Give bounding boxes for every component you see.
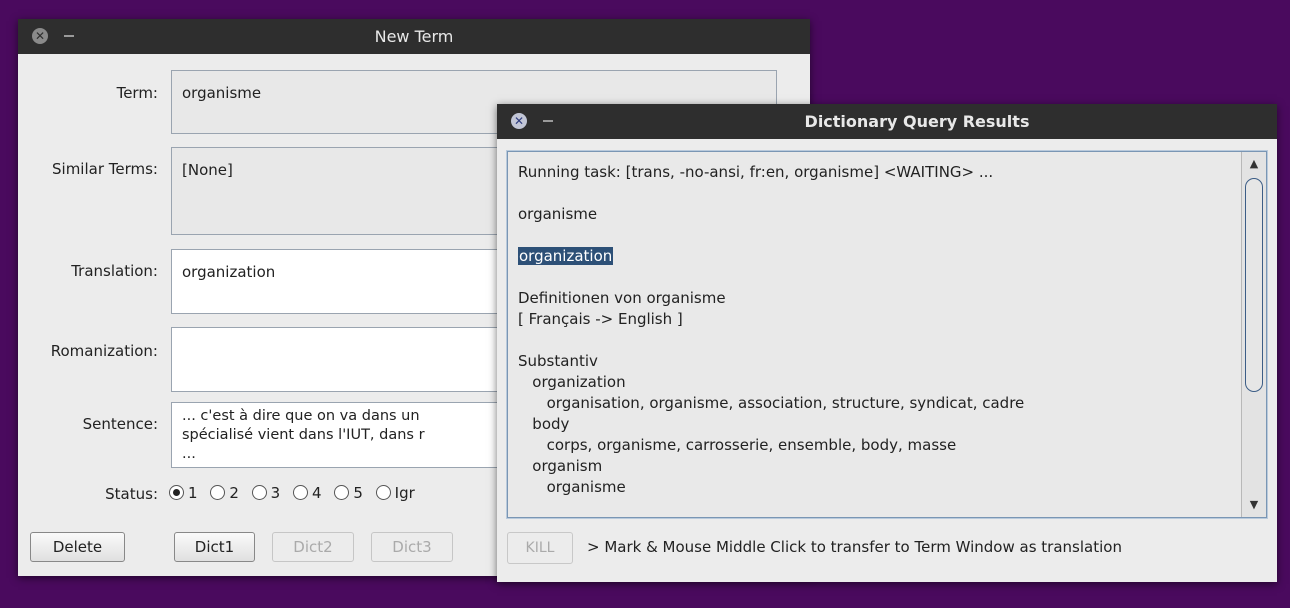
radio-icon[interactable] [292,485,308,500]
status-option-ignore[interactable]: Igr [375,484,415,502]
status-option-2[interactable]: 2 [210,484,239,502]
result-line: corps, organisme, carrosserie, ensemble,… [518,436,957,454]
result-line: Definitionen von organisme [518,289,726,307]
result-line-selected[interactable]: organization [518,246,1238,267]
kill-button[interactable]: KILL [507,532,573,564]
window-title: New Term [374,27,454,46]
status-radio-group: 1 2 3 4 5 Igr [169,484,423,502]
radio-icon[interactable] [251,485,267,500]
radio-icon[interactable] [334,485,350,500]
result-line: organism [518,457,603,475]
result-line: organization [518,373,626,391]
romanization-label: Romanization: [50,342,158,360]
result-line: [ Français -> English ] [518,310,683,328]
result-line: body [518,415,570,433]
result-line: organisation, organisme, association, st… [518,394,1025,412]
delete-button[interactable]: Delete [30,532,125,562]
result-line: Running task: [trans, -no-ansi, fr:en, o… [518,163,994,181]
result-line: organisme [518,478,626,496]
results-text-area[interactable]: Running task: [trans, -no-ansi, fr:en, o… [507,151,1267,518]
sentence-label: Sentence: [82,415,158,433]
radio-selected-icon[interactable] [169,485,184,500]
status-option-3[interactable]: 3 [251,484,280,502]
translation-label: Translation: [71,262,158,280]
transfer-hint: > Mark & Mouse Middle Click to transfer … [587,538,1122,556]
scroll-down-icon[interactable]: ▼ [1242,495,1266,515]
new-term-titlebar[interactable]: ✕ New Term [18,19,810,54]
radio-icon[interactable] [210,485,226,500]
radio-icon[interactable] [375,485,391,500]
status-option-1[interactable]: 1 [169,484,198,502]
status-label: Status: [105,485,158,503]
window-title: Dictionary Query Results [804,112,1030,131]
result-line: Substantiv [518,352,598,370]
term-label: Term: [116,84,158,102]
status-option-4[interactable]: 4 [292,484,322,502]
dictionary-titlebar[interactable]: ✕ Dictionary Query Results [497,104,1277,139]
status-option-5[interactable]: 5 [334,484,363,502]
selected-text[interactable]: organization [518,247,614,265]
similar-terms-label: Similar Terms: [52,160,158,178]
dict3-button[interactable]: Dict3 [371,532,453,562]
dict1-button[interactable]: Dict1 [174,532,255,562]
vertical-scrollbar[interactable]: ▲ ▼ [1241,152,1266,517]
dict2-button[interactable]: Dict2 [272,532,354,562]
result-line: organisme [518,205,598,223]
dictionary-results-window: ✕ Dictionary Query Results Running task:… [497,104,1277,582]
scrollbar-thumb[interactable] [1245,178,1263,392]
scroll-up-icon[interactable]: ▲ [1242,154,1266,174]
